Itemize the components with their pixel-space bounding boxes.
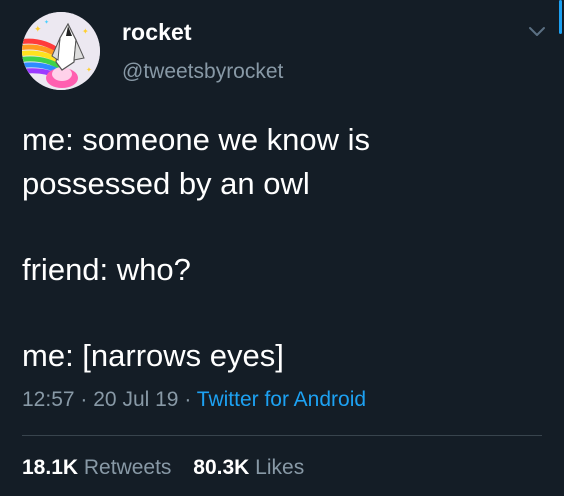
tweet-stats: 18.1K Retweets 80.3K Likes — [22, 456, 304, 480]
avatar[interactable]: ✦ ✦ ✦ ✦ — [22, 12, 100, 90]
tweet-date[interactable]: 20 Jul 19 — [93, 388, 178, 411]
rocket-avatar-icon: ✦ ✦ ✦ ✦ — [22, 12, 100, 90]
tweet-line: possessed by an owl — [22, 166, 310, 201]
tweet-line: me: someone we know is — [22, 122, 371, 157]
tweet-line: me: [narrows eyes] — [22, 338, 284, 373]
tweet-time[interactable]: 12:57 — [22, 388, 75, 411]
chevron-down-icon[interactable] — [528, 24, 546, 38]
divider — [22, 435, 542, 436]
svg-text:✦: ✦ — [82, 27, 89, 36]
meta-separator: · — [80, 388, 88, 411]
svg-text:✦: ✦ — [34, 25, 42, 35]
tweet-meta: 12:57 · 20 Jul 19 · Twitter for Android — [22, 388, 366, 412]
scroll-indicator — [559, 0, 562, 34]
svg-text:✦: ✦ — [86, 66, 92, 74]
retweets-stat[interactable]: 18.1K Retweets — [22, 456, 171, 480]
retweets-label: Retweets — [83, 456, 172, 479]
retweets-count: 18.1K — [22, 456, 79, 479]
likes-count: 80.3K — [193, 456, 250, 479]
likes-stat[interactable]: 80.3K Likes — [193, 456, 304, 480]
svg-text:✦: ✦ — [44, 19, 49, 26]
tweet-source-link[interactable]: Twitter for Android — [197, 388, 366, 411]
display-name[interactable]: rocket — [122, 19, 192, 46]
meta-separator: · — [184, 388, 192, 411]
tweet-text: me: someone we know is possessed by an o… — [22, 118, 542, 378]
tweet-line: friend: who? — [22, 252, 191, 287]
user-handle[interactable]: @tweetsbyrocket — [122, 60, 283, 84]
tweet-card: ✦ ✦ ✦ ✦ rocket @tweetsbyrocket me: someo… — [0, 0, 564, 496]
tweet-blank-line — [22, 292, 542, 334]
likes-label: Likes — [255, 456, 305, 479]
tweet-blank-line — [22, 206, 542, 248]
